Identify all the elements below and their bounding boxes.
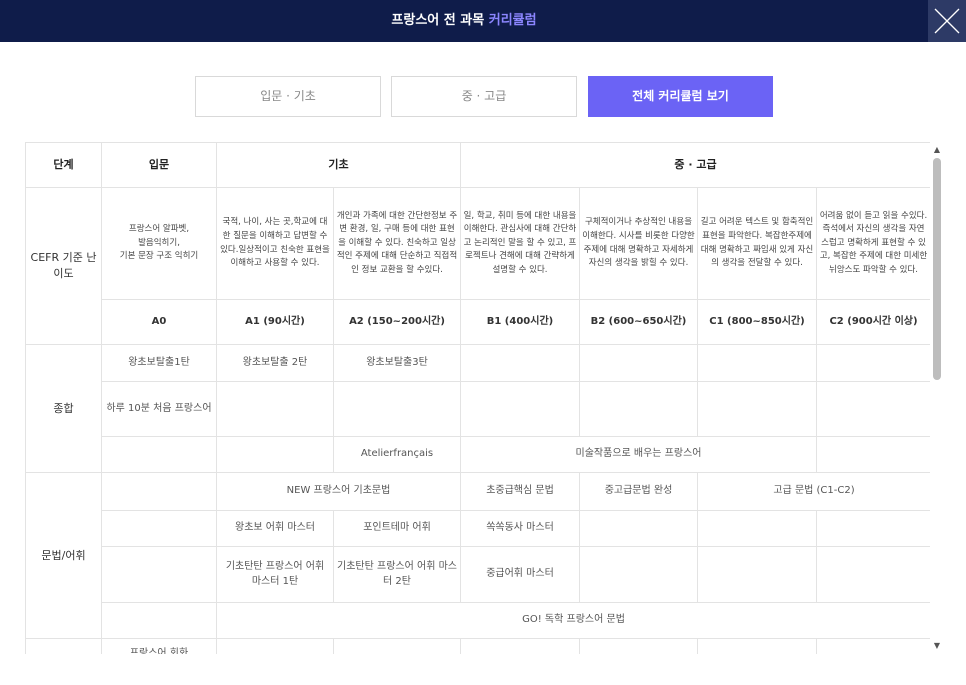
empty-cell bbox=[101, 436, 217, 473]
scroll-thumb[interactable] bbox=[933, 158, 941, 380]
scroll-up-arrow[interactable]: ▲ bbox=[931, 144, 943, 156]
empty-cell bbox=[460, 344, 580, 382]
empty-cell bbox=[579, 638, 698, 654]
course-cell[interactable]: 중급어휘 마스터 bbox=[460, 546, 580, 603]
tab-full-curriculum[interactable]: 전체 커리큘럼 보기 bbox=[588, 76, 773, 117]
course-cell[interactable]: 왕초보탈출 2탄 bbox=[216, 344, 334, 382]
course-cell[interactable]: 초중급핵심 문법 bbox=[460, 472, 580, 511]
empty-cell bbox=[815, 381, 930, 437]
close-button[interactable] bbox=[928, 0, 966, 42]
course-cell[interactable]: 기초탄탄 프랑스어 어휘 마스터 1탄 bbox=[216, 546, 334, 603]
course-cell[interactable]: 중고급문법 완성 bbox=[579, 472, 698, 511]
top-bar: 프랑스어 전 과목 커리큘럼 bbox=[0, 0, 966, 42]
course-cell[interactable]: 프랑스어 회화 bbox=[101, 638, 217, 654]
empty-cell bbox=[579, 381, 698, 437]
curriculum-table-container: 단계 입문 기초 중 · 고급 CEFR 기준 난이도 프랑스어 알파벳, 발음… bbox=[25, 142, 930, 654]
course-cell[interactable]: 하루 10분 처음 프랑스어 bbox=[101, 381, 217, 437]
course-cell[interactable]: Atelierfrançais bbox=[333, 436, 461, 473]
tab-intermediate-advanced[interactable]: 중 · 고급 bbox=[391, 76, 577, 117]
course-cell[interactable]: 기초탄탄 프랑스어 어휘 마스터 2탄 bbox=[333, 546, 461, 603]
row-label-general: 종합 bbox=[25, 344, 102, 473]
level-c2: C2 (900시간 이상) bbox=[815, 299, 930, 345]
row-label-cefr: CEFR 기준 난이도 bbox=[25, 187, 102, 345]
cefr-desc-c1: 길고 어려운 텍스트 및 함축적인 표현을 파악한다. 복잡한주제에 대해 명확… bbox=[697, 187, 817, 300]
empty-cell bbox=[697, 381, 817, 437]
course-cell[interactable]: 왕초보탈출3탄 bbox=[333, 344, 461, 382]
cefr-desc-c2: 어려움 없이 듣고 읽을 수있다. 즉석에서 자신의 생각을 자연스럽고 명확하… bbox=[815, 187, 930, 300]
page-title: 프랑스어 전 과목 커리큘럼 bbox=[0, 0, 928, 42]
course-cell[interactable]: GO! 독학 프랑스어 문법 bbox=[215, 602, 930, 639]
empty-cell bbox=[815, 436, 930, 473]
header-intro: 입문 bbox=[101, 142, 217, 188]
cefr-desc-a1: 국적, 나이, 사는 곳,학교에 대한 질문을 이해하고 답변할 수 있다.일상… bbox=[216, 187, 334, 300]
course-cell[interactable]: 포인트테마 어휘 bbox=[333, 510, 461, 547]
course-cell[interactable]: 쏙쏙동사 마스터 bbox=[460, 510, 580, 547]
empty-cell bbox=[101, 602, 217, 639]
header-basic: 기초 bbox=[216, 142, 461, 188]
empty-cell bbox=[697, 546, 817, 603]
empty-cell bbox=[101, 546, 217, 603]
empty-cell bbox=[815, 344, 930, 382]
empty-cell bbox=[815, 546, 930, 603]
cefr-desc-a2: 개인과 가족에 대한 간단한정보 주변 환경, 일, 구매 등에 대한 표현을 … bbox=[333, 187, 461, 300]
empty-cell bbox=[579, 546, 698, 603]
empty-cell bbox=[460, 381, 580, 437]
empty-cell bbox=[216, 381, 334, 437]
empty-cell bbox=[25, 638, 102, 654]
level-b1: B1 (400시간) bbox=[460, 299, 580, 345]
level-a2: A2 (150~200시간) bbox=[333, 299, 461, 345]
course-cell[interactable]: 미술작품으로 배우는 프랑스어 bbox=[460, 436, 817, 473]
empty-cell bbox=[697, 344, 817, 382]
level-c1: C1 (800~850시간) bbox=[697, 299, 817, 345]
empty-cell bbox=[333, 381, 461, 437]
level-b2: B2 (600~650시간) bbox=[579, 299, 698, 345]
cefr-desc-b2: 구체적이거나 추상적인 내용을 이해한다. 시사를 비롯한 다양한 주제에 대해… bbox=[579, 187, 698, 300]
course-cell[interactable]: 고급 문법 (C1-C2) bbox=[696, 472, 930, 511]
empty-cell bbox=[460, 638, 580, 654]
course-cell[interactable]: NEW 프랑스어 기초문법 bbox=[216, 472, 461, 511]
title-prefix: 프랑스어 전 과목 bbox=[391, 13, 489, 28]
empty-cell bbox=[697, 510, 817, 547]
title-accent: 커리큘럼 bbox=[488, 13, 537, 28]
course-cell[interactable]: 왕초보탈출1탄 bbox=[101, 344, 217, 382]
level-a0: A0 bbox=[101, 299, 217, 345]
cefr-desc-a0: 프랑스어 알파벳, 발음익히기, 기본 문장 구조 익히기 bbox=[101, 187, 217, 300]
curriculum-table: 단계 입문 기초 중 · 고급 CEFR 기준 난이도 프랑스어 알파벳, 발음… bbox=[25, 142, 930, 654]
empty-cell bbox=[815, 638, 930, 654]
empty-cell bbox=[216, 638, 334, 654]
header-intermediate-advanced: 중 · 고급 bbox=[459, 142, 930, 188]
empty-cell bbox=[216, 436, 334, 473]
close-icon bbox=[934, 8, 960, 34]
empty-cell bbox=[579, 510, 698, 547]
level-a1: A1 (90시간) bbox=[216, 299, 334, 345]
empty-cell bbox=[815, 510, 930, 547]
empty-cell bbox=[101, 510, 217, 547]
empty-cell bbox=[101, 472, 217, 511]
row-label-grammar: 문법/어휘 bbox=[25, 472, 102, 639]
empty-cell bbox=[579, 344, 698, 382]
vertical-scrollbar[interactable]: ▲ ▼ bbox=[931, 142, 943, 654]
cefr-desc-b1: 일, 학교, 취미 등에 대한 내용을 이해한다. 관심사에 대해 간단하고 논… bbox=[460, 187, 580, 300]
header-stage: 단계 bbox=[25, 142, 102, 188]
empty-cell bbox=[697, 638, 817, 654]
course-cell[interactable]: 왕초보 어휘 마스터 bbox=[216, 510, 334, 547]
tab-intro-basic[interactable]: 입문 · 기초 bbox=[195, 76, 381, 117]
scroll-down-arrow[interactable]: ▼ bbox=[931, 640, 943, 652]
empty-cell bbox=[333, 638, 461, 654]
